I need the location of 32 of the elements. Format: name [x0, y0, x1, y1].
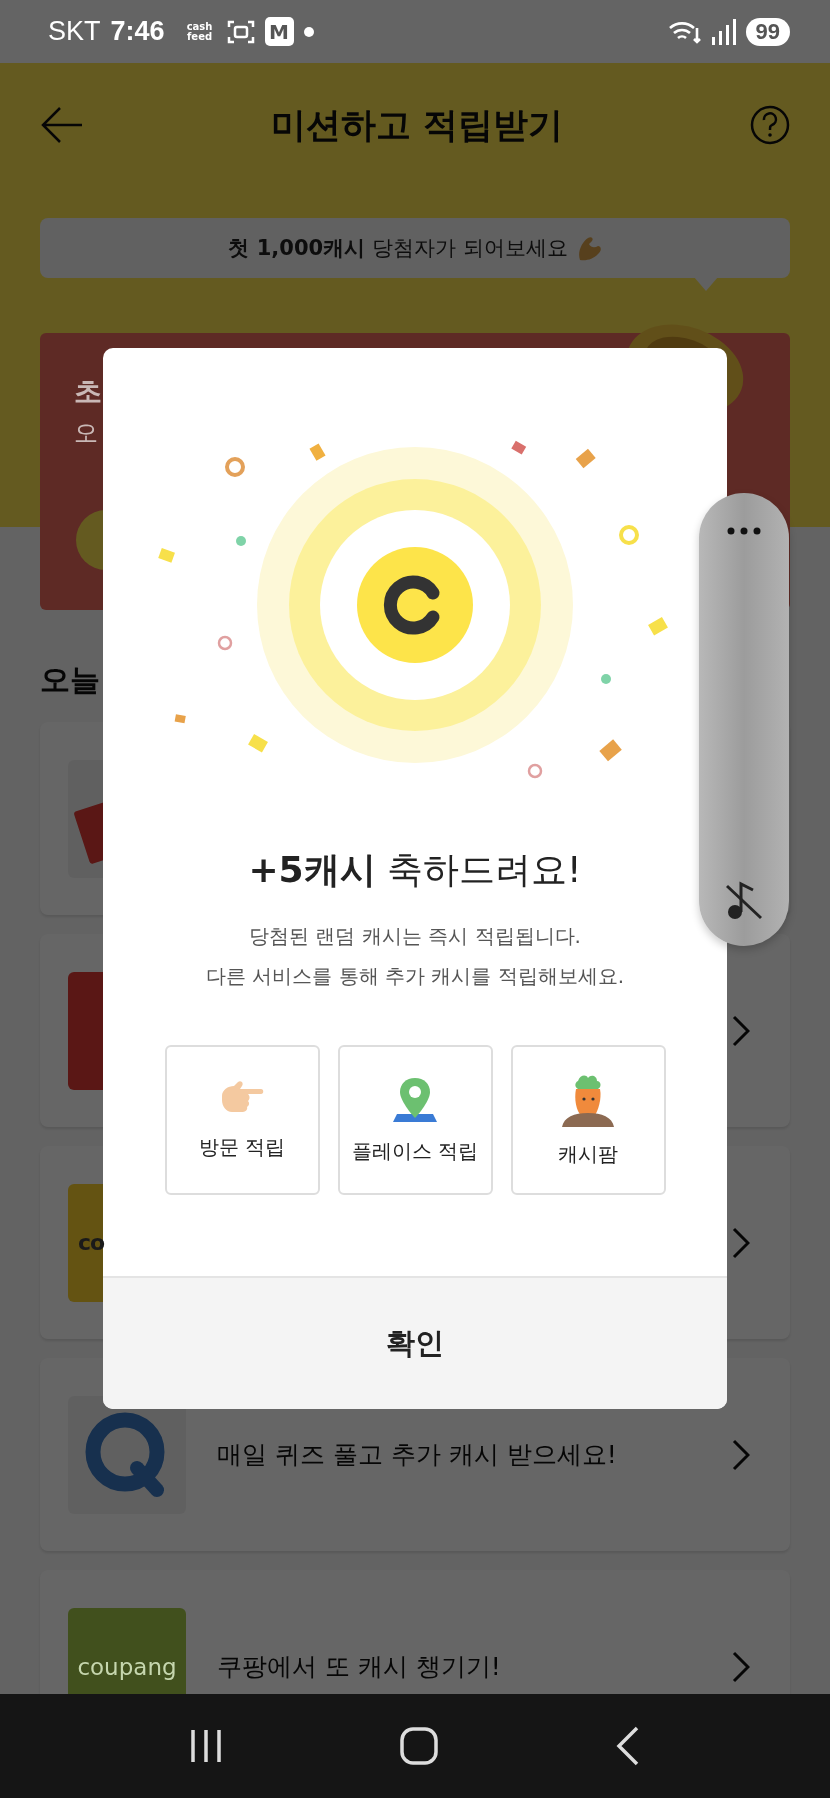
- clock: 7:46: [110, 16, 165, 47]
- mission-text: 쿠팡에서 또 캐시 챙기기!: [217, 1651, 502, 1683]
- carrier-name: SKT: [48, 16, 101, 47]
- promo-text: 첫 1,000캐시 당첨자가 되어보세요: [228, 235, 568, 262]
- logo-text: coupang: [77, 1653, 177, 1680]
- confirm-button[interactable]: 확인: [103, 1276, 727, 1409]
- banner-subtitle: 오: [74, 418, 98, 449]
- battery-level: 99: [745, 17, 790, 46]
- map-pin-icon: [391, 1075, 439, 1124]
- service-button[interactable]: 캐시팜: [510, 1045, 666, 1195]
- screenshot-icon: [226, 18, 255, 45]
- mission-text: 매일 퀴즈 풀고 추가 캐시 받으세요!: [217, 1439, 618, 1471]
- page-title: 미션하고 적립받기: [270, 103, 564, 147]
- music-off-icon[interactable]: [725, 880, 763, 920]
- banner-title: 초: [74, 374, 102, 410]
- notification-app-logo: cash feed: [185, 21, 214, 42]
- signal-icon: [711, 18, 736, 45]
- coin-icon: [357, 547, 473, 663]
- mission-card[interactable]: coupang 쿠팡에서 또 캐시 챙기기!: [40, 1570, 790, 1694]
- dialog-title: +5캐시 축하드려요!: [248, 848, 582, 892]
- notification-app-logo: M: [264, 17, 294, 46]
- back-arrow-icon[interactable]: [40, 105, 84, 145]
- dialog-description: 다른 서비스를 통해 추가 캐시를 적립해보세요.: [205, 963, 625, 990]
- dialog-description: 당첨된 랜덤 캐시는 즉시 적립됩니다.: [249, 923, 581, 950]
- service-button[interactable]: 플레이스 적립: [337, 1045, 493, 1195]
- section-title: 오늘: [40, 661, 101, 699]
- help-icon[interactable]: [750, 105, 790, 145]
- more-icon[interactable]: [727, 527, 761, 535]
- service-button[interactable]: 방문 적립: [164, 1045, 320, 1195]
- recent-apps-icon[interactable]: [188, 1728, 223, 1764]
- home-icon[interactable]: [400, 1727, 438, 1765]
- notification-dot-icon: [303, 26, 314, 37]
